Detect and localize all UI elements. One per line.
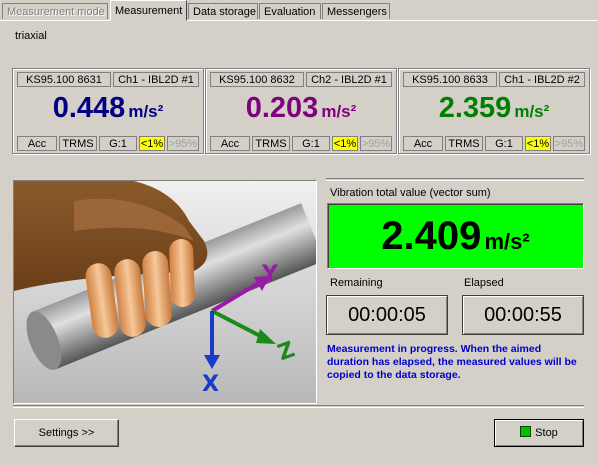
flag-underrange: <1% (139, 136, 165, 151)
flag-overrange: >95% (553, 136, 585, 151)
axis-x-label: X (202, 372, 219, 397)
status-message: Measurement in progress. When the aimed … (327, 343, 577, 381)
stop-button-label: Stop (535, 427, 558, 439)
total-value-unit: m/s² (484, 229, 530, 254)
mode-label: triaxial (15, 30, 47, 42)
total-label: Vibration total value (vector sum) (330, 187, 491, 199)
flag-trms: TRMS (59, 136, 97, 151)
flag-trms: TRMS (252, 136, 290, 151)
settings-button[interactable]: Settings >> (14, 419, 119, 447)
flag-gain: G:1 (485, 136, 523, 151)
hand-on-handle-illustration: Y Z X (14, 181, 316, 403)
hand-axes-illustration: Y Z X (13, 180, 317, 404)
sensor-channel: Ch1 - IBL2D #2 (499, 72, 585, 87)
sensor-value: 2.359 m/s² (399, 89, 589, 127)
flag-gain: G:1 (99, 136, 137, 151)
flag-acc: Acc (403, 136, 443, 151)
total-value-display: 2.409 m/s² (327, 203, 584, 269)
sensor-value-number: 0.448 (52, 92, 126, 124)
flag-overrange: >95% (360, 136, 392, 151)
remaining-label: Remaining (330, 277, 383, 289)
flag-acc: Acc (210, 136, 250, 151)
flag-overrange: >95% (167, 136, 199, 151)
flag-underrange: <1% (525, 136, 551, 151)
sensor-value-unit: m/s² (321, 102, 357, 121)
tab-data-storage[interactable]: Data storage (188, 3, 258, 19)
sensor-value-number: 2.359 (438, 92, 512, 124)
sensor-value-unit: m/s² (128, 102, 164, 121)
tab-messengers[interactable]: Messengers (322, 3, 390, 19)
divider (326, 178, 584, 181)
tab-measurement[interactable]: Measurement (110, 0, 187, 21)
sensor-value: 0.448 m/s² (13, 89, 203, 127)
stop-button[interactable]: Stop (494, 419, 584, 447)
sensor-panel-2: KS95.100 8632 Ch2 - IBL2D #1 0.203 m/s² … (205, 68, 397, 154)
total-value-number: 2.409 (381, 214, 482, 258)
sensor-id: KS95.100 8633 (403, 72, 497, 87)
flag-acc: Acc (17, 136, 57, 151)
stop-indicator-icon (520, 426, 532, 437)
sensor-value: 0.203 m/s² (206, 89, 396, 127)
sensor-panel-1: KS95.100 8631 Ch1 - IBL2D #1 0.448 m/s² … (12, 68, 204, 154)
tab-strip: Measurement mode Measurement Data storag… (0, 0, 598, 21)
remaining-time: 00:00:05 (326, 295, 448, 335)
elapsed-label: Elapsed (464, 277, 504, 289)
sensor-panel-3: KS95.100 8633 Ch1 - IBL2D #2 2.359 m/s² … (398, 68, 590, 154)
sensor-id: KS95.100 8632 (210, 72, 304, 87)
axis-y-label: Y (261, 262, 279, 287)
sensor-id: KS95.100 8631 (17, 72, 111, 87)
sensor-channel: Ch1 - IBL2D #1 (113, 72, 199, 87)
flag-gain: G:1 (292, 136, 330, 151)
flag-underrange: <1% (332, 136, 358, 151)
sensor-channel: Ch2 - IBL2D #1 (306, 72, 392, 87)
bottom-divider (13, 405, 584, 408)
tab-evaluation[interactable]: Evaluation (259, 3, 321, 19)
elapsed-time: 00:00:55 (462, 295, 584, 335)
sensor-value-unit: m/s² (514, 102, 550, 121)
flag-trms: TRMS (445, 136, 483, 151)
sensor-value-number: 0.203 (245, 92, 319, 124)
tab-measurement-mode[interactable]: Measurement mode (2, 3, 108, 19)
